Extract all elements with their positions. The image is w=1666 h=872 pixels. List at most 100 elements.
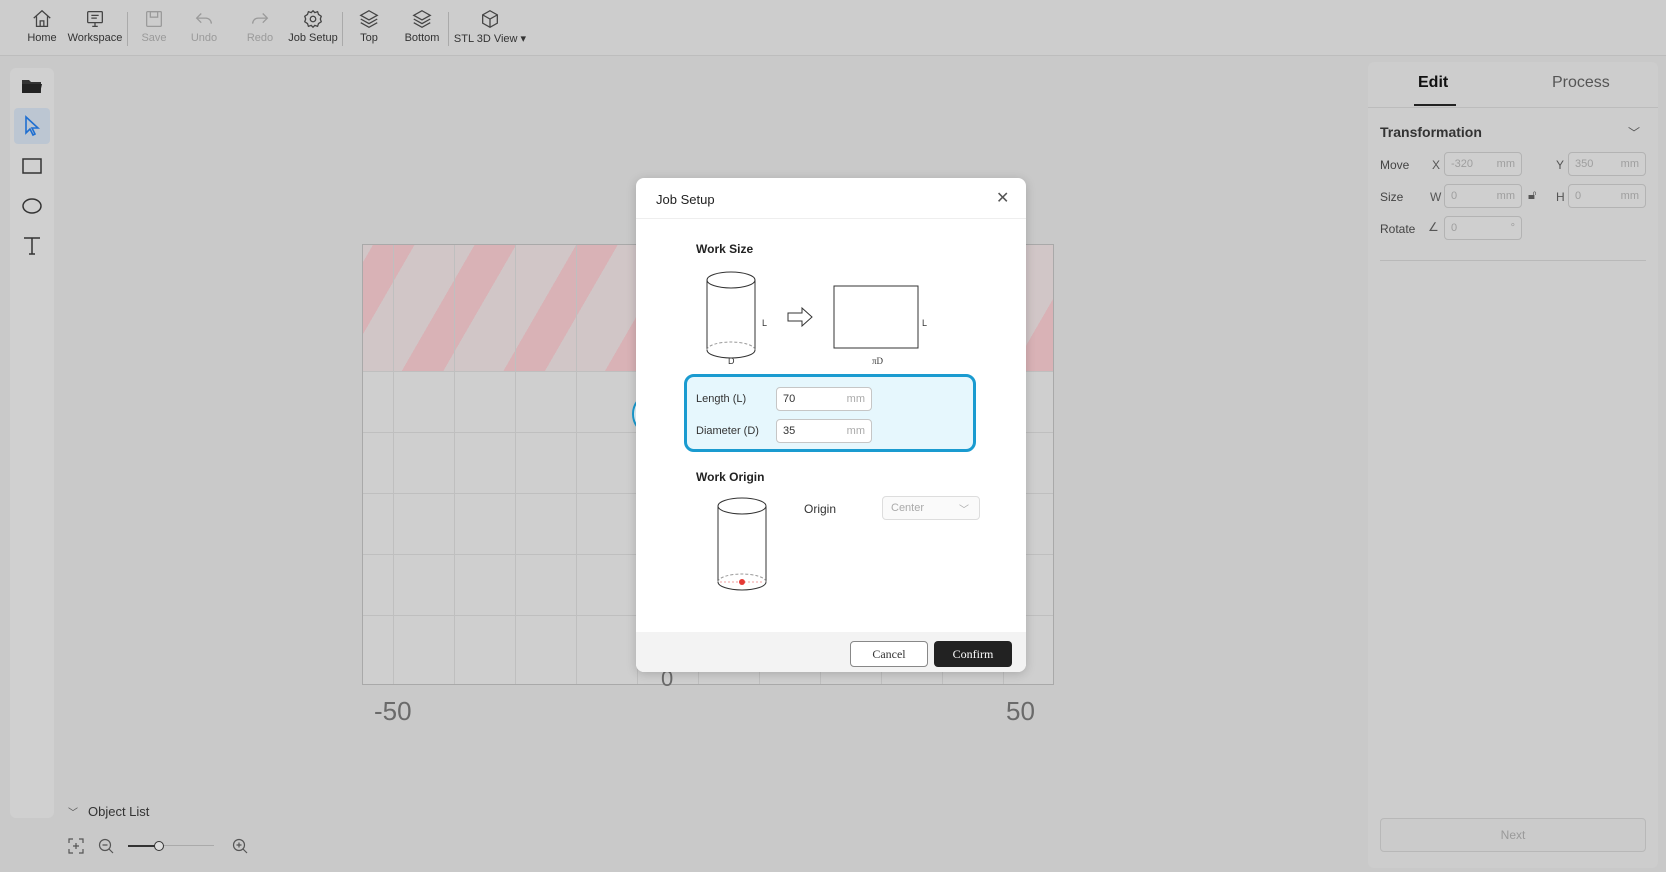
unit-label: mm [1496, 190, 1515, 202]
origin-diagram [717, 497, 767, 591]
lock-icon[interactable]: 🔓︎ [1528, 187, 1536, 203]
move-x-input[interactable]: -320 mm [1444, 152, 1522, 176]
unit-label: mm [1620, 158, 1639, 170]
left-toolbar [10, 68, 54, 818]
origin-label: Origin [804, 502, 837, 516]
work-size-heading: Work Size [696, 242, 754, 256]
cancel-button[interactable]: Cancel [850, 641, 928, 667]
arrow-right-icon [787, 306, 813, 328]
rotate-value: 0 [1451, 222, 1458, 234]
zoom-slider-handle[interactable] [154, 841, 164, 851]
unit-label: mm [846, 393, 865, 405]
zoom-slider[interactable] [128, 838, 214, 854]
home-button[interactable]: Home [24, 8, 60, 52]
axis-label-min: -50 [374, 696, 412, 726]
stl-3d-view-button[interactable]: STL 3D View ▾ [452, 8, 528, 52]
open-file-button[interactable] [14, 68, 50, 104]
unit-label: mm [1620, 190, 1639, 202]
workspace-icon [87, 11, 103, 27]
zoom-in-icon[interactable] [232, 838, 248, 854]
dialog-footer: Cancel Confirm [636, 632, 1026, 672]
active-tab-indicator [1414, 104, 1456, 106]
panel-tabs: Edit Process [1368, 62, 1658, 108]
rectangle-icon [22, 158, 42, 174]
home-label: Home [27, 32, 57, 44]
toolbar-divider [127, 12, 128, 46]
unit-label: mm [1496, 158, 1515, 170]
move-x-value: -320 [1451, 158, 1474, 170]
grid-line [515, 245, 516, 684]
move-label: Move [1380, 158, 1410, 172]
home-icon [33, 9, 51, 27]
rotate-label: Rotate [1380, 222, 1416, 236]
top-view-button[interactable]: Top [356, 8, 382, 52]
redo-icon [252, 13, 269, 24]
size-label: Size [1380, 190, 1404, 204]
size-h-value: 0 [1575, 190, 1582, 202]
origin-dot [739, 579, 745, 585]
diameter-input[interactable]: 35 mm [776, 419, 872, 443]
axis-label-max: 50 [1006, 696, 1035, 726]
folder-icon [22, 80, 42, 93]
workspace-button[interactable]: Workspace [66, 8, 124, 52]
rectangle-tool-button[interactable] [14, 148, 50, 184]
unit-label: mm [846, 425, 865, 437]
fit-to-screen-icon[interactable] [68, 838, 84, 854]
layers-bottom-icon [412, 10, 432, 28]
top-toolbar: Home Workspace Save Undo Redo Job Setup … [0, 0, 1666, 56]
save-label: Save [141, 32, 167, 44]
diameter-value: 35 [783, 425, 796, 437]
undo-icon [195, 13, 212, 24]
origin-select[interactable]: Center ﹀ [882, 496, 980, 520]
cube-icon [482, 10, 498, 28]
y-axis-label: Y [1556, 158, 1565, 172]
length-input[interactable]: 70 mm [776, 387, 872, 411]
text-tool-button[interactable] [14, 228, 50, 264]
close-icon[interactable]: ✕ [996, 188, 1009, 208]
select-pointer-icon [25, 115, 41, 137]
next-button[interactable]: Next [1380, 818, 1646, 852]
w-axis-label: W [1430, 190, 1442, 204]
ellipse-tool-button[interactable] [14, 188, 50, 224]
confirm-button[interactable]: Confirm [934, 641, 1012, 667]
move-y-input[interactable]: 350 mm [1568, 152, 1646, 176]
tab-process[interactable]: Process [1552, 74, 1610, 92]
cylinder-top [706, 271, 756, 289]
h-axis-label: H [1556, 190, 1565, 204]
size-w-input[interactable]: 0 mm [1444, 184, 1522, 208]
stl-3d-view-label: STL 3D View ▾ [453, 33, 527, 45]
move-y-value: 350 [1575, 158, 1594, 170]
zoom-controls [68, 836, 268, 856]
undo-button[interactable]: Undo [188, 8, 220, 52]
diameter-label: Diameter (D) [696, 425, 759, 437]
layers-top-icon [359, 10, 379, 28]
cylinder-body [706, 280, 756, 350]
degree-unit: ° [1510, 222, 1515, 234]
origin-cylinder-top [717, 497, 767, 515]
transformation-heading[interactable]: Transformation [1380, 124, 1482, 140]
dialog-divider [636, 218, 1026, 219]
job-setup-button[interactable]: Job Setup [286, 8, 340, 52]
size-w-value: 0 [1451, 190, 1458, 202]
save-button[interactable]: Save [138, 8, 170, 52]
size-h-input[interactable]: 0 mm [1568, 184, 1646, 208]
tab-edit[interactable]: Edit [1418, 74, 1448, 92]
dialog-title: Job Setup [656, 192, 715, 207]
chevron-down-icon[interactable]: ﹀ [1628, 124, 1640, 141]
top-view-label: Top [360, 32, 378, 44]
bottom-view-label: Bottom [404, 32, 440, 44]
zoom-out-icon[interactable] [98, 838, 114, 854]
select-tool-button[interactable] [14, 108, 50, 144]
redo-button[interactable]: Redo [244, 8, 276, 52]
bottom-view-button[interactable]: Bottom [400, 8, 444, 52]
job-setup-dialog: Job Setup ✕ Work Size L D L πD Length (L… [636, 178, 1026, 672]
cylinder-bottom-back [706, 341, 756, 351]
cylinder-length-label: L [762, 318, 768, 328]
toolbar-divider [342, 12, 343, 46]
rotate-input[interactable]: 0 ° [1444, 216, 1522, 240]
chevron-down-icon: ﹀ [68, 808, 78, 819]
toolbar-divider [448, 12, 449, 46]
x-axis-label: X [1432, 158, 1441, 172]
object-list-header[interactable]: ﹀ Object List [68, 804, 149, 819]
length-value: 70 [783, 393, 796, 405]
